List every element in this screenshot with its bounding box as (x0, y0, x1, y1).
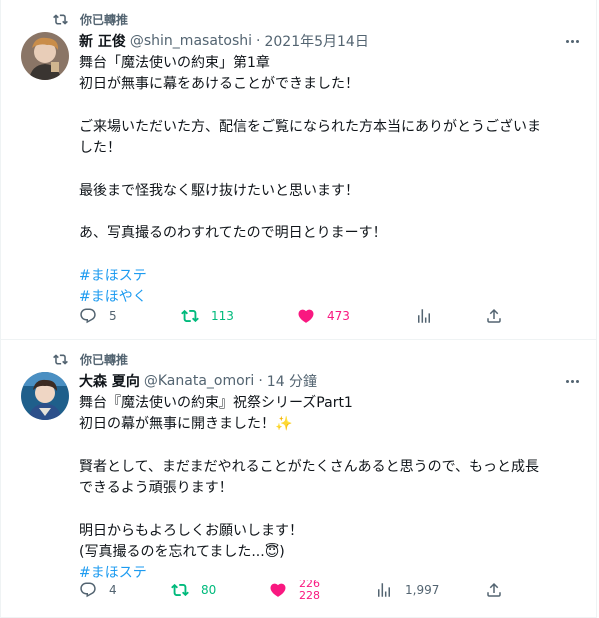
tweet-content: 新 正俊 @shin_masatoshi · 2021年5月14日 舞台「魔法使… (79, 30, 580, 309)
text-line: 最後まで怪我なく駆け抜けたいと思います！ (79, 182, 359, 199)
retweet-context: 你已轉推 (53, 350, 128, 368)
timestamp[interactable]: 14 分鐘 (267, 371, 317, 391)
hashtag-link[interactable]: #まほステ (79, 266, 580, 287)
tweet-text: 舞台『魔法使いの約束』祝祭シリーズPart1 初日の幕が無事に開きました！✨ 賢… (79, 393, 580, 585)
analytics-icon (378, 583, 390, 597)
text-line (79, 436, 580, 457)
reply-icon (80, 308, 96, 324)
retweet-icon (53, 352, 68, 367)
text-line: 舞台「魔法使いの約束」第1章 (79, 55, 270, 71)
text-line: 初日が無事に幕をあけることができました！ (79, 76, 359, 93)
like-count: 473 (327, 309, 350, 323)
analytics-icon (418, 309, 430, 323)
retweet-count: 80 (201, 583, 217, 597)
tweet-header: 大森 夏向 @Kanata_omori · 14 分鐘 (79, 370, 580, 392)
text-line (79, 245, 580, 266)
text-line: 舞台『魔法使いの約束』祝祭シリーズPart1 (79, 395, 353, 411)
retweet-button[interactable]: 80 (171, 580, 216, 600)
reply-count: 4 (109, 583, 117, 597)
retweet-count: 113 (211, 309, 234, 323)
heart-filled-icon (270, 583, 286, 597)
text-line (79, 96, 580, 117)
user-handle[interactable]: @shin_masatoshi (130, 33, 252, 49)
separator: · (258, 373, 263, 389)
tweet-content: 大森 夏向 @Kanata_omori · 14 分鐘 舞台『魔法使いの約束』祝… (79, 370, 580, 585)
action-bar: 5 113 473 (79, 306, 576, 326)
timestamp[interactable]: 2021年5月14日 (264, 31, 368, 51)
share-icon (487, 308, 501, 323)
share-button[interactable] (485, 580, 503, 600)
retweet-icon (181, 309, 199, 323)
more-icon[interactable] (562, 372, 582, 390)
text-line: 明日からもよろしくお願いします！ (79, 522, 303, 539)
text-line: 賢者として、まだまだやれることがたくさんあると思うので、もっと成長 (79, 458, 540, 475)
tweet-card[interactable]: 你已轉推 大森 夏向 @Kanata_omori · 14 分鐘 舞台『魔法使い… (0, 340, 597, 618)
reply-button[interactable]: 4 (79, 580, 117, 600)
like-count: 226 (299, 580, 320, 590)
reply-count: 5 (109, 309, 117, 323)
user-handle[interactable]: @Kanata_omori (144, 373, 254, 389)
text-line (79, 202, 580, 223)
separator: · (256, 33, 261, 49)
retweet-context: 你已轉推 (53, 10, 128, 28)
share-button[interactable] (485, 306, 503, 326)
reply-icon (80, 582, 96, 598)
more-icon[interactable] (562, 32, 582, 50)
retweet-button[interactable]: 113 (181, 306, 234, 326)
tweet-text: 舞台「魔法使いの約束」第1章 初日が無事に幕をあけることができました！ ご来場い… (79, 53, 580, 309)
analytics-button[interactable] (415, 306, 433, 326)
display-name[interactable]: 大森 夏向 (79, 371, 140, 391)
retweet-label: 你已轉推 (80, 12, 129, 27)
text-line: 初日の幕が無事に開きました！✨ (79, 416, 293, 433)
share-icon (487, 582, 501, 597)
text-line (79, 159, 580, 180)
like-button[interactable]: 226 228 (269, 580, 320, 600)
action-bar: 4 80 226 228 1,997 (79, 580, 576, 600)
text-line (79, 499, 580, 520)
text-line: (写真撮るのを忘れてました...😇) (79, 544, 285, 561)
display-name[interactable]: 新 正俊 (79, 31, 126, 51)
retweet-icon (53, 12, 68, 27)
avatar[interactable] (21, 32, 69, 80)
avatar[interactable] (21, 372, 69, 420)
heart-filled-icon (298, 309, 314, 323)
tweet-card[interactable]: 你已轉推 新 正俊 @shin_masatoshi · 2021年5月14日 舞… (0, 0, 597, 340)
view-count: 1,997 (405, 583, 440, 597)
reply-button[interactable]: 5 (79, 306, 117, 326)
retweet-icon (171, 583, 189, 597)
like-count-animating: 226 228 (299, 580, 320, 600)
retweet-label: 你已轉推 (80, 352, 129, 367)
text-line: できるよう頑張ります！ (79, 480, 233, 497)
text-line: した！ (79, 140, 121, 157)
like-button[interactable]: 473 (297, 306, 350, 326)
like-count-next: 228 (299, 589, 320, 600)
analytics-button[interactable]: 1,997 (375, 580, 439, 600)
text-line: あ、写真撮るのわすれてたので明日とりまーす！ (79, 225, 387, 242)
text-line: ご来場いただいた方、配信をご覧になられた方本当にありがとうございま (79, 118, 541, 135)
tweet-header: 新 正俊 @shin_masatoshi · 2021年5月14日 (79, 30, 580, 52)
